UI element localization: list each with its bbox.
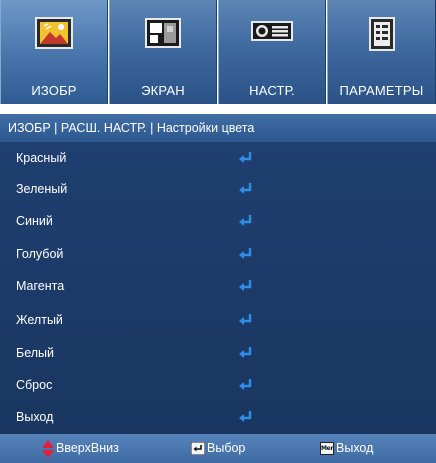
tab-screen[interactable]: ЭКРАН	[109, 0, 217, 104]
enter-icon	[239, 248, 252, 259]
hint-select: Выбор	[191, 434, 245, 463]
tab-setup[interactable]: НАСТР.	[218, 0, 326, 104]
tab-label: ПАРАМЕТРЫ	[339, 83, 424, 98]
projector-icon	[250, 16, 294, 51]
menu-item-label: Синий	[16, 214, 53, 228]
menu-item-label: Желтый	[16, 313, 63, 327]
hint-bar: ВверхВниз Выбор MenuВыход	[0, 434, 436, 463]
tab-picture[interactable]: ИЗОБР	[0, 0, 108, 104]
menu-list: Красный Зеленый Синий Голубой Магента Же…	[0, 142, 436, 434]
enter-key-icon	[191, 442, 205, 456]
menu-item-blue[interactable]: Синий	[0, 206, 436, 237]
enter-icon	[239, 411, 252, 422]
osd-menu: ИЗОБР ЭКРАН НАСТР. ПАРАМЕТРЫ ИЗОБР | РАС…	[0, 0, 436, 463]
hint-updown-label: ВверхВниз	[56, 441, 119, 455]
menu-item-exit[interactable]: Выход	[0, 402, 436, 433]
menu-item-white[interactable]: Белый	[0, 338, 436, 369]
menu-item-label: Красный	[16, 151, 67, 165]
enter-icon	[239, 379, 252, 390]
hint-select-label: Выбор	[207, 441, 246, 455]
menu-item-label: Магента	[16, 279, 65, 293]
tab-divider	[0, 104, 436, 114]
tab-label: ИЗОБР	[31, 83, 77, 98]
breadcrumb: ИЗОБР | РАСШ. НАСТР. | Настройки цвета	[0, 114, 436, 142]
menu-item-label: Зеленый	[16, 182, 68, 196]
hint-exit: MenuВыход	[320, 434, 373, 463]
options-icon	[367, 16, 397, 57]
tab-bar: ИЗОБР ЭКРАН НАСТР. ПАРАМЕТРЫ	[0, 0, 436, 114]
menu-item-cyan[interactable]: Голубой	[0, 239, 436, 270]
enter-icon	[239, 280, 252, 291]
menu-item-label: Белый	[16, 346, 55, 360]
menu-key-icon: Menu	[320, 442, 334, 456]
tab-options[interactable]: ПАРАМЕТРЫ	[327, 0, 436, 104]
menu-item-label: Выход	[16, 410, 54, 424]
picture-icon	[34, 16, 74, 55]
menu-item-green[interactable]: Зеленый	[0, 174, 436, 205]
enter-icon	[239, 152, 252, 163]
enter-icon	[239, 314, 252, 325]
screen-icon	[143, 16, 183, 55]
menu-item-yellow[interactable]: Желтый	[0, 305, 436, 336]
hint-exit-label: Выход	[336, 441, 374, 455]
enter-icon	[239, 215, 252, 226]
tab-label: НАСТР.	[249, 83, 295, 98]
hint-updown: ВверхВниз	[42, 434, 119, 463]
menu-item-magenta[interactable]: Магента	[0, 271, 436, 302]
menu-item-reset[interactable]: Сброс	[0, 370, 436, 401]
tab-label: ЭКРАН	[141, 83, 185, 98]
up-down-arrow-icon	[42, 439, 54, 458]
enter-icon	[239, 183, 252, 194]
enter-icon	[239, 347, 252, 358]
menu-item-red[interactable]: Красный	[0, 143, 436, 174]
menu-item-label: Сброс	[16, 378, 53, 392]
menu-item-label: Голубой	[16, 247, 64, 261]
